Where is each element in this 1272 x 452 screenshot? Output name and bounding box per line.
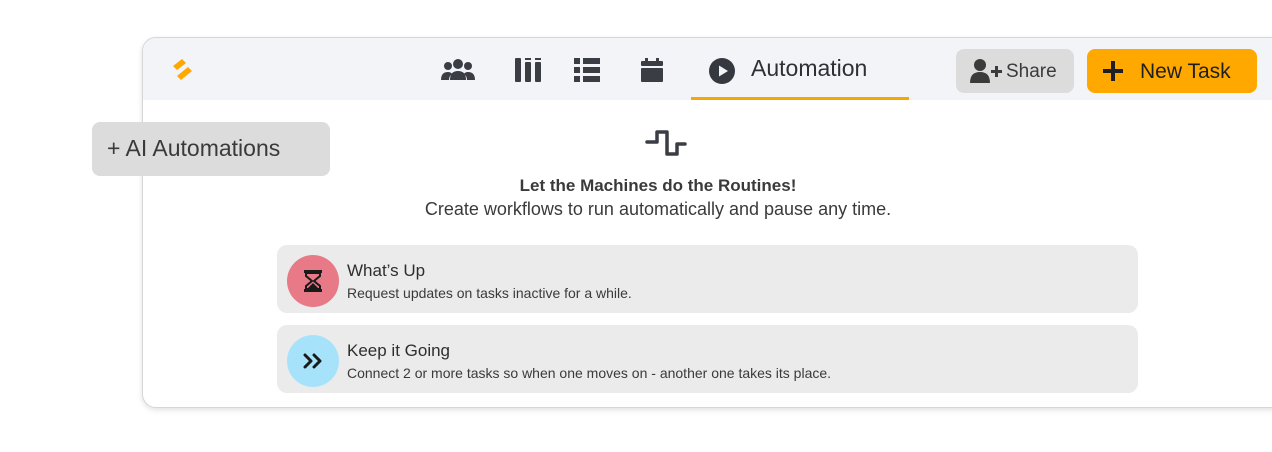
board-columns-icon[interactable] <box>511 55 545 85</box>
team-icon[interactable] <box>441 55 475 85</box>
card-title: Keep it Going <box>347 341 451 360</box>
active-tab-indicator <box>691 97 909 100</box>
automation-wave-icon <box>645 130 687 156</box>
share-button[interactable]: Share <box>956 49 1074 93</box>
double-chevron-right-icon <box>287 335 339 387</box>
page-subline: Create workflows to run automatically an… <box>424 199 892 219</box>
new-task-button[interactable]: New Task <box>1087 49 1257 93</box>
card-description: Request updates on tasks inactive for a … <box>347 285 632 301</box>
plus-icon <box>1103 61 1123 81</box>
page-headline: Let the Machines do the Routines! <box>519 176 797 195</box>
add-user-icon <box>970 59 1002 83</box>
top-bar: Automation Share New Task <box>143 38 1272 100</box>
automation-card-whats-up[interactable]: What’s Up Request updates on tasks inact… <box>277 245 1138 313</box>
list-icon[interactable] <box>570 55 604 85</box>
card-description: Connect 2 or more tasks so when one move… <box>347 365 832 381</box>
automation-card-keep-it-going[interactable]: Keep it Going Connect 2 or more tasks so… <box>277 325 1138 393</box>
share-button-label: Share <box>1006 61 1057 82</box>
play-circle-icon <box>709 58 735 84</box>
tab-automation[interactable]: Automation <box>691 38 909 100</box>
new-task-button-label: New Task <box>1140 60 1231 83</box>
tab-automation-label: Automation <box>751 55 868 81</box>
ai-automations-button[interactable]: + AI Automations <box>92 122 330 176</box>
hourglass-icon <box>287 255 339 307</box>
ai-automations-label: + AI Automations <box>107 135 281 161</box>
logo-icon[interactable] <box>169 56 197 84</box>
card-title: What’s Up <box>347 261 426 280</box>
calendar-icon[interactable] <box>635 55 669 85</box>
